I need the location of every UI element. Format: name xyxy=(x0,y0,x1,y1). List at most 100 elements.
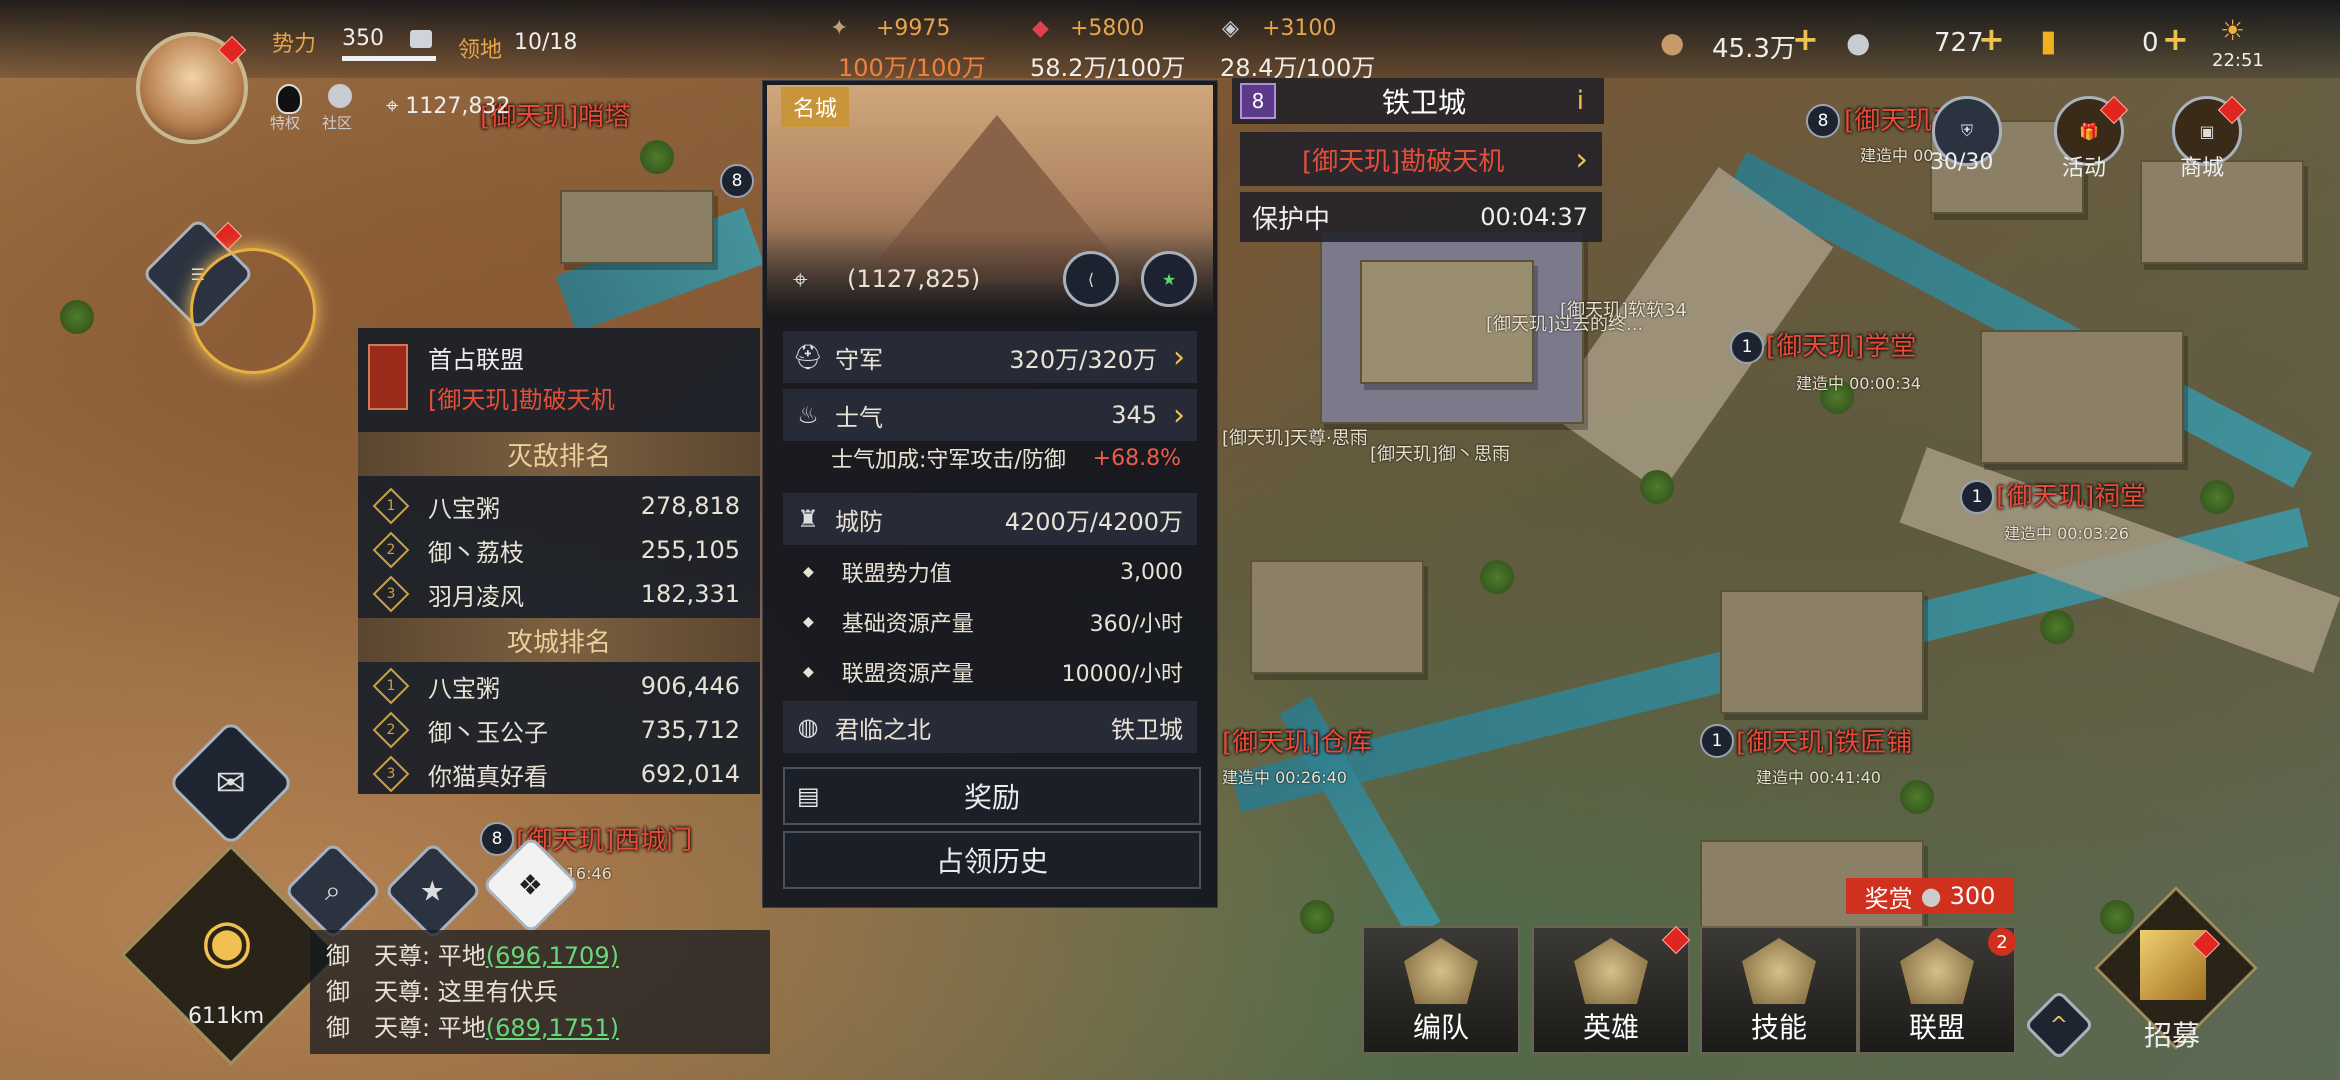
skill-button[interactable]: 技能 xyxy=(1700,926,1858,1054)
alliance-crest-icon xyxy=(1900,938,1974,1004)
chat-coord-link[interactable]: (696,1709) xyxy=(486,942,619,970)
city-owner: [御天玑]勘破天机 xyxy=(1302,146,1505,177)
recruit-label[interactable]: 招募 xyxy=(2144,1014,2200,1054)
shop-label[interactable]: 商城 xyxy=(2180,150,2224,182)
ore-capacity: 58.2万/100万 xyxy=(1030,54,1186,82)
chat-line: 御 天尊: 这里有伏兵 xyxy=(326,978,558,1006)
community-label: 社区 xyxy=(322,114,353,132)
troop-label[interactable]: [御天玑]御丶思雨 xyxy=(1370,440,1510,466)
reward-button[interactable]: ▤ 奖励 xyxy=(783,767,1201,825)
level-marker: 1 xyxy=(1700,724,1734,758)
weather-sun-icon: ☀ xyxy=(2220,14,2246,47)
chest-icon: ▤ xyxy=(797,782,820,810)
crossed-swords-icon xyxy=(1742,938,1816,1004)
morale-bonus: 士气加成:守军攻击/防御 +68.8% xyxy=(831,445,1181,474)
formation-button[interactable]: 编队 xyxy=(1362,926,1520,1054)
level-marker: 8 xyxy=(720,164,754,198)
map-status-shrine: 建造中 00:03:26 xyxy=(2004,524,2129,543)
flag-icon xyxy=(1404,938,1478,1004)
alliance-resource-row: ◆ 联盟资源产量 10000/小时 xyxy=(803,662,1183,687)
protection-timer: 00:04:37 xyxy=(1480,203,1588,231)
level-marker: 8 xyxy=(480,822,514,856)
activity-label[interactable]: 活动 xyxy=(2062,150,2106,182)
alliance-badge-count: 2 xyxy=(1988,928,2016,956)
wood-gain: +9975 xyxy=(876,16,951,41)
power-value: 350 xyxy=(342,26,384,51)
garrison-row[interactable]: ⛑ 守军 320万/320万 › xyxy=(783,331,1197,383)
community-icon[interactable] xyxy=(328,84,352,108)
base-resource-row: ◆ 基础资源产量 360/小时 xyxy=(803,612,1183,637)
siege-rank-row[interactable]: 3 你猫真好看 692,014 xyxy=(358,752,760,796)
ore-icon: ◆ xyxy=(1032,16,1049,41)
city-level-badge: 8 xyxy=(1240,83,1276,119)
chat-line: 御 天尊: 平地(689,1751) xyxy=(326,1014,619,1042)
map-label-smithy[interactable]: [御天玑]铁匠铺 xyxy=(1736,722,1912,759)
qq-icon[interactable] xyxy=(276,84,302,114)
chevron-right-icon: › xyxy=(1575,140,1588,178)
city-owner-bar[interactable]: [御天玑]勘破天机 › xyxy=(1240,132,1602,186)
kill-rank-row[interactable]: 2 御丶荔枝 255,105 xyxy=(358,528,760,572)
first-occupy-alliance[interactable]: [御天玑]勘破天机 xyxy=(428,380,615,415)
occupation-history-button[interactable]: 占领历史 xyxy=(783,831,1201,889)
protection-bar: 保护中 00:04:37 xyxy=(1240,192,1602,242)
protection-label: 保护中 xyxy=(1252,204,1331,235)
troop-label[interactable]: [御天玑]软软34 xyxy=(1560,296,1687,322)
alliance-banner-icon xyxy=(368,344,408,410)
chat-line: 御 天尊: 平地(696,1709) xyxy=(326,942,619,970)
chat-box[interactable]: 御 天尊: 平地(696,1709) 御 天尊: 这里有伏兵 御 天尊: 平地(… xyxy=(310,930,770,1054)
map-status-warehouse: 建造中 00:26:40 xyxy=(1222,768,1347,787)
power-bar xyxy=(342,56,436,61)
wood-capacity: 100万/100万 xyxy=(838,54,986,82)
flame-icon: ♨ xyxy=(797,401,819,429)
troop-label[interactable]: [御天玑]天尊·思雨 xyxy=(1222,424,1368,450)
alliance-ranking-panel: 首占联盟 [御天玑]勘破天机 灭敌排名 1 八宝粥 278,818 2 御丶荔枝 255… xyxy=(358,328,760,794)
alliance-power-row: ◆ 联盟势力值 3,000 xyxy=(803,559,1183,588)
reward-badge[interactable]: 奖赏 ● 300 xyxy=(1846,878,2014,914)
city-coords[interactable]: (1127,825) xyxy=(847,265,980,293)
level-marker: 8 xyxy=(1806,104,1840,138)
region-row: ◍ 君临之北 铁卫城 xyxy=(783,701,1197,753)
silver-coin-icon: ● xyxy=(1846,26,1871,59)
power-label: 势力 xyxy=(272,32,317,57)
kill-ranking-header: 灭敌排名 xyxy=(358,432,760,476)
first-occupy-label: 首占联盟 xyxy=(428,346,524,374)
globe-icon: ◍ xyxy=(797,713,819,741)
diamond-grid-icon: ❖ xyxy=(518,868,544,902)
distance-label: 611km xyxy=(188,1004,265,1029)
chat-coord-link[interactable]: (689,1751) xyxy=(486,1014,619,1042)
pass-count: 30/30 xyxy=(1930,150,1994,175)
map-label-academy[interactable]: [御天玑]学堂 xyxy=(1766,326,1916,363)
silver-value: 727 xyxy=(1934,28,1984,58)
location-pin-icon: ⌖ xyxy=(386,94,399,119)
wood-icon: ✦ xyxy=(830,16,849,41)
info-icon[interactable]: i xyxy=(1577,86,1584,116)
morale-row[interactable]: ♨ 士气 345 › xyxy=(783,389,1197,441)
add-copper-button[interactable]: + xyxy=(1792,20,1819,58)
city-name: 铁卫城 xyxy=(1382,86,1467,119)
player-coords[interactable]: ⌖ 1127,832 xyxy=(386,94,510,119)
castle-icon: ♜ xyxy=(797,505,819,533)
city-title-bar: 8 铁卫城 i xyxy=(1232,78,1604,124)
map-label-shrine[interactable]: [御天玑]祠堂 xyxy=(1996,476,2146,513)
add-gold-button[interactable]: + xyxy=(2162,20,2189,58)
gold-value: 0 xyxy=(2142,28,2159,58)
favorite-star-icon[interactable]: ★ xyxy=(1141,251,1197,307)
search-icon: ⌕ xyxy=(325,874,341,907)
helmet-icon xyxy=(1574,938,1648,1004)
kill-rank-row[interactable]: 3 羽月凌风 182,331 xyxy=(358,572,760,616)
famous-city-tag: 名城 xyxy=(781,87,850,127)
kill-rank-row[interactable]: 1 八宝粥 278,818 xyxy=(358,484,760,528)
gold-icon: ▮ xyxy=(2040,24,2057,59)
share-icon[interactable]: ⟨ xyxy=(1063,251,1119,307)
map-label-warehouse[interactable]: [御天玑]仓库 xyxy=(1222,722,1372,759)
siege-rank-row[interactable]: 2 御丶玉公子 735,712 xyxy=(358,708,760,752)
map-status-academy: 建造中 00:00:34 xyxy=(1796,374,1921,393)
copper-coin-icon: ● xyxy=(1660,26,1685,59)
privilege-label: 特权 xyxy=(270,114,301,132)
helmet-icon: ⛑ xyxy=(792,343,824,371)
siege-rank-row[interactable]: 1 八宝粥 906,446 xyxy=(358,664,760,708)
mail-list-icon[interactable] xyxy=(410,30,432,48)
stone-icon: ◈ xyxy=(1222,16,1239,41)
add-silver-button[interactable]: + xyxy=(1978,20,2005,58)
chevron-up-icon: ^ xyxy=(2049,1012,2069,1038)
